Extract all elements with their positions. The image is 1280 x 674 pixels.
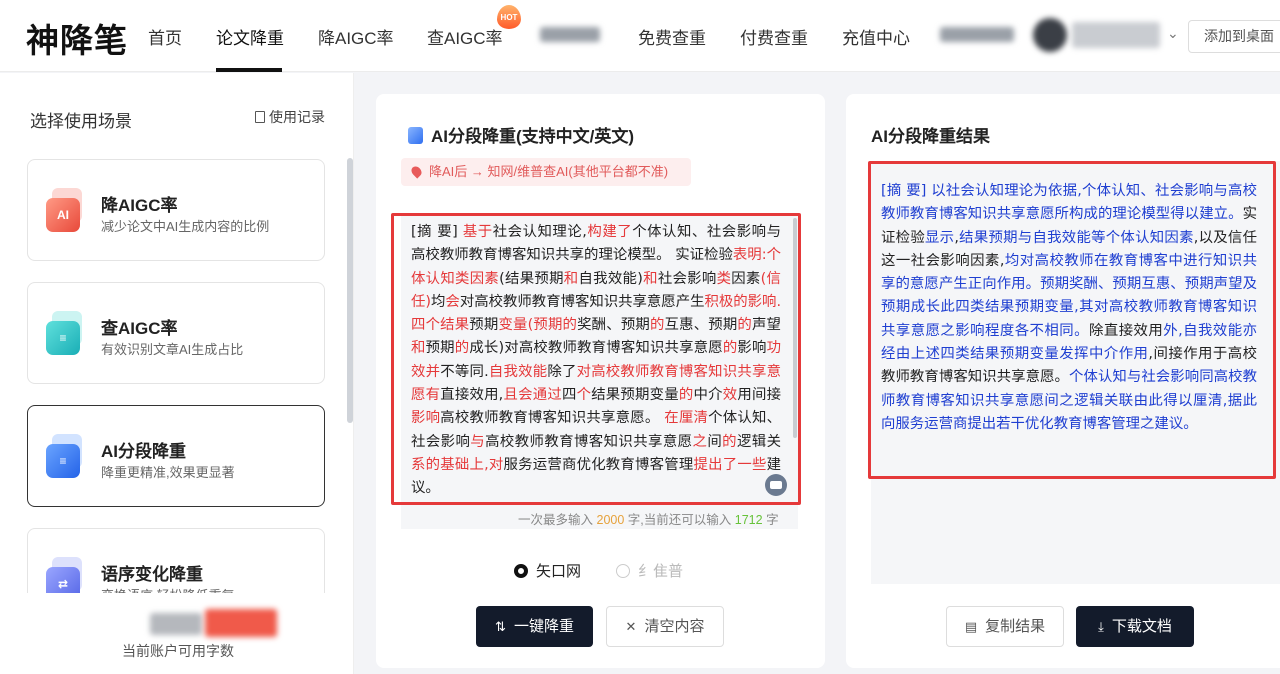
sort-arrows-icon: ⇅ — [495, 619, 506, 634]
scene-card-reduce-aigc[interactable]: AI 降AIGC率 减少论文中AI生成内容的比例 — [27, 159, 325, 261]
hot-badge: HOT — [497, 5, 521, 29]
input-limit-hint: 一次最多输入 2000 字,当前还可以输入 1712 字 — [518, 509, 779, 528]
site-logo[interactable]: 神降笔 — [26, 14, 128, 62]
scene-desc: 降重更精准,效果更显著 — [101, 465, 235, 480]
document-icon — [255, 111, 265, 123]
result-highlight-frame — [868, 161, 1276, 479]
copy-result-button[interactable]: ▤ 复制结果 — [946, 606, 1064, 647]
notice-text: 降AI后 → 知网/维普查AI(其他平台都不准) — [429, 164, 669, 179]
result-panel: AI分段降重结果 [摘 要] 以社会认知理论为依据,个体认知、社会影响与高校教师… — [846, 94, 1280, 668]
radio-dot-icon — [616, 564, 630, 578]
clear-button-label: 清空内容 — [644, 618, 705, 635]
scene-name: AI分段降重 — [101, 442, 186, 461]
usage-record-link[interactable]: 使用记录 — [255, 107, 325, 127]
scene-name: 语序变化降重 — [101, 565, 203, 584]
ai-segment-icon: ≡ — [46, 434, 84, 478]
chevron-down-icon[interactable]: ⌄ — [1167, 25, 1179, 42]
usage-record-label: 使用记录 — [269, 109, 325, 125]
segment-title-icon — [408, 127, 423, 144]
ai-check-icon: ≡ — [46, 311, 84, 355]
radio-cnki[interactable]: 矢口网 — [514, 560, 581, 581]
robot-icon[interactable] — [765, 474, 787, 496]
user-avatar[interactable] — [1033, 18, 1067, 52]
scene-desc: 减少论文中AI生成内容的比例 — [101, 219, 270, 234]
nav-home[interactable]: 首页 — [148, 24, 182, 49]
scene-name: 降AIGC率 — [101, 196, 178, 215]
hint-prefix: 一次最多输入 — [518, 513, 594, 527]
hint-middle: 字,当前还可以输入 — [627, 513, 732, 527]
copy-document-icon: ▤ — [964, 619, 978, 634]
blurred-info — [940, 27, 1014, 42]
copy-button-label: 复制结果 — [985, 618, 1046, 635]
max-chars: 2000 — [596, 513, 625, 527]
radio-label: 矢口网 — [536, 563, 582, 580]
reduce-button-label: 一键降重 — [513, 618, 574, 635]
quota-label: 当前账户可用字数 — [122, 643, 234, 659]
clear-button[interactable]: ✕ 清空内容 — [606, 606, 724, 647]
user-name-blurred[interactable] — [1072, 22, 1160, 48]
nav-free-check[interactable]: 免费查重 — [638, 24, 706, 49]
sidebar-scrollbar[interactable] — [347, 158, 353, 423]
sidebar-title: 选择使用场景 — [30, 112, 132, 131]
ai-reduce-icon: AI — [46, 188, 84, 232]
quota-highlight-blurred — [205, 609, 277, 637]
add-to-desktop-button[interactable]: 添加到桌面 — [1188, 20, 1280, 53]
active-nav-indicator — [216, 68, 282, 72]
scene-desc: 有效识别文章AI生成占比 — [101, 342, 244, 357]
radio-dot-icon — [514, 564, 528, 578]
scene-card-check-aigc[interactable]: ≡ 查AIGC率 有效识别文章AI生成占比 — [27, 282, 325, 384]
editor-title-text: AI分段降重(支持中文/英文) — [431, 127, 635, 146]
hint-suffix: 字 — [766, 513, 779, 527]
scene-sidebar: 选择使用场景 使用记录 AI 降AIGC率 减少论文中AI生成内容的比例 ≡ 查… — [0, 73, 354, 674]
location-pin-icon — [409, 164, 424, 179]
scene-card-ai-segment[interactable]: ≡ AI分段降重 降重更精准,效果更显著 — [27, 405, 325, 507]
nav-recharge[interactable]: 充值中心 — [842, 24, 910, 49]
quota-value-blurred — [150, 613, 202, 635]
download-button[interactable]: ⤓ 下载文档 — [1076, 606, 1194, 647]
editor-scrollbar[interactable] — [793, 218, 797, 438]
scene-name: 查AIGC率 — [101, 319, 178, 338]
nav-paper-reduce[interactable]: 论文降重 — [216, 24, 284, 49]
nav-reduce-aigc[interactable]: 降AIGC率 — [318, 24, 394, 49]
radio-label: 纟隹普 — [638, 563, 684, 580]
top-header: 神降笔 首页 论文降重 降AIGC率 查AIGC率 HOT 免费查重 付费查重 … — [0, 0, 1280, 72]
radio-vip[interactable]: 纟隹普 — [616, 560, 683, 581]
editor-panel: AI分段降重(支持中文/英文) 降AI后 → 知网/维普查AI(其他平台都不准)… — [376, 94, 825, 668]
download-button-label: 下载文档 — [1111, 618, 1172, 635]
nav-check-aigc[interactable]: 查AIGC率 — [427, 24, 503, 49]
reduce-button[interactable]: ⇅ 一键降重 — [476, 606, 593, 647]
nav-blurred-item[interactable] — [540, 27, 600, 42]
download-icon: ⤓ — [1098, 619, 1104, 634]
editor-title: AI分段降重(支持中文/英文) — [408, 122, 634, 147]
nav-paid-check[interactable]: 付费查重 — [740, 24, 808, 49]
remaining-chars: 1712 — [734, 513, 763, 527]
close-icon: ✕ — [625, 619, 637, 634]
result-title: AI分段降重结果 — [871, 127, 990, 146]
notice-banner: 降AI后 → 知网/维普查AI(其他平台都不准) — [401, 158, 691, 186]
highlight-frame — [391, 213, 801, 505]
